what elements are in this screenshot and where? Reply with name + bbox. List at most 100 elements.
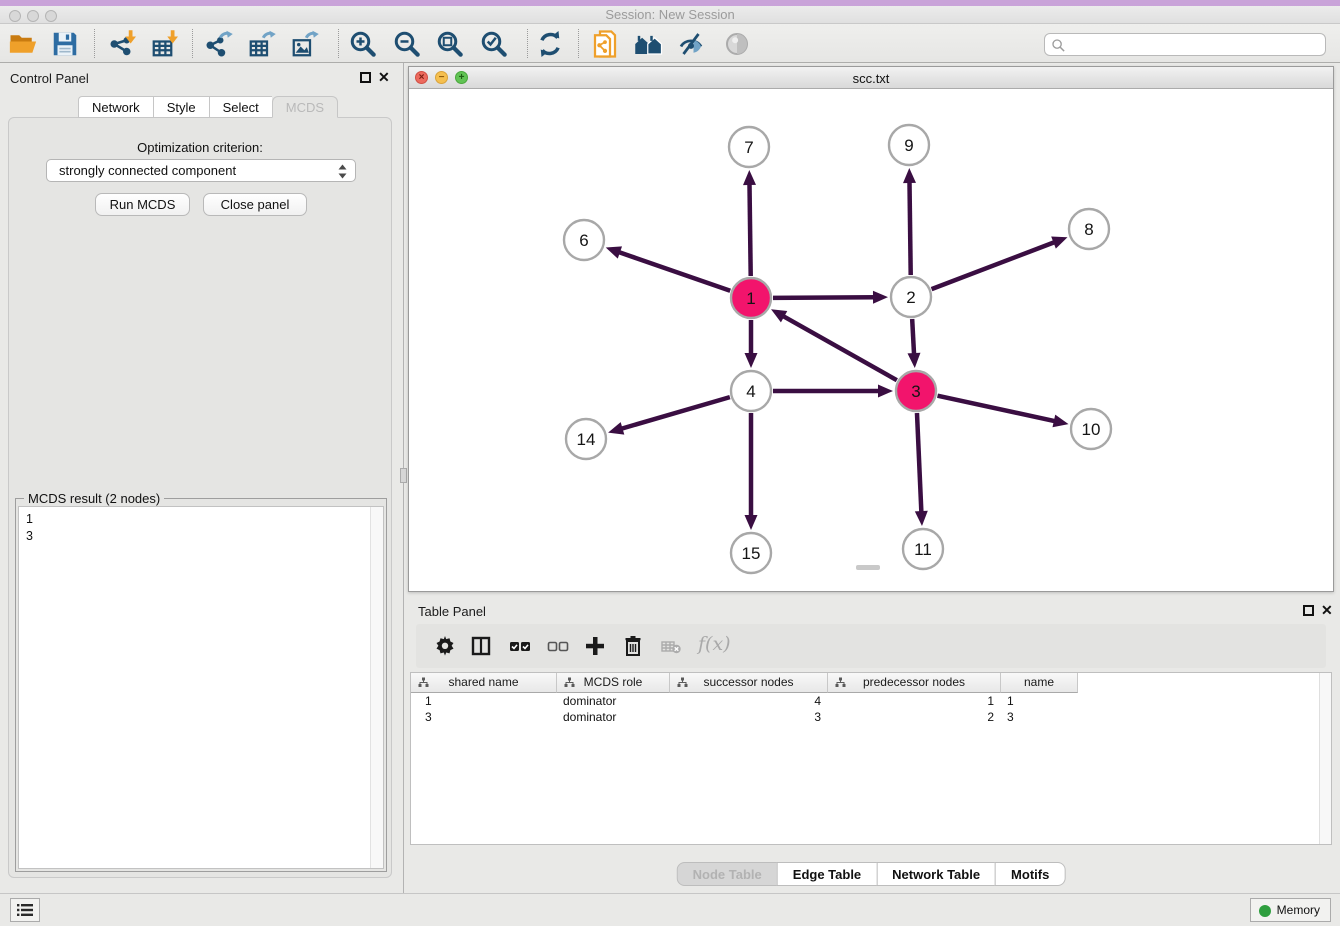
- table-cell[interactable]: dominator: [557, 693, 670, 709]
- task-history-button[interactable]: [10, 898, 40, 922]
- attribute-tree-icon: [564, 677, 575, 688]
- canvas-scrollbar[interactable]: [856, 565, 880, 570]
- column-header-shared-name[interactable]: shared name: [411, 673, 557, 693]
- table-panel: Table Panel ✕ f(x) shared nameMCDS roles…: [408, 596, 1334, 890]
- import-table-icon[interactable]: [150, 29, 180, 59]
- select-all-rows-icon[interactable]: [508, 634, 532, 658]
- graph-edge-3-11[interactable]: [915, 413, 928, 526]
- mcds-result-group: MCDS result (2 nodes) 13: [15, 498, 387, 872]
- mcds-result-textarea[interactable]: 13: [18, 506, 384, 869]
- graph-node-10[interactable]: 10: [1071, 409, 1111, 449]
- export-network-icon[interactable]: [204, 29, 234, 59]
- graph-node-9[interactable]: 9: [889, 125, 929, 165]
- table-cell[interactable]: 1: [411, 693, 557, 709]
- graph-edge-2-8[interactable]: [932, 236, 1068, 289]
- close-panel-icon[interactable]: ✕: [378, 70, 390, 84]
- graph-node-4[interactable]: 4: [731, 371, 771, 411]
- splitter-grip-icon[interactable]: [400, 468, 407, 483]
- column-header-successor-nodes[interactable]: successor nodes: [670, 673, 828, 693]
- panel-splitter[interactable]: [400, 63, 408, 893]
- column-header-name[interactable]: name: [1001, 673, 1078, 693]
- import-network-icon[interactable]: [108, 29, 138, 59]
- zoom-selected-icon[interactable]: [479, 29, 509, 59]
- graph-edge-1-4[interactable]: [745, 320, 758, 368]
- table-cell[interactable]: dominator: [557, 709, 670, 725]
- graph-edge-1-2[interactable]: [773, 291, 888, 304]
- table-cell[interactable]: 4: [670, 693, 828, 709]
- export-table-icon[interactable]: [247, 29, 277, 59]
- table-cell[interactable]: 3: [670, 709, 828, 725]
- column-header-MCDS-role[interactable]: MCDS role: [557, 673, 670, 693]
- graph-edge-4-15[interactable]: [745, 413, 758, 530]
- export-image-icon[interactable]: [290, 29, 320, 59]
- tab-network[interactable]: Network: [78, 96, 153, 118]
- save-session-icon[interactable]: [50, 29, 80, 59]
- memory-button[interactable]: Memory: [1250, 898, 1331, 922]
- graph-edge-1-6[interactable]: [606, 246, 730, 290]
- tab-edge-table[interactable]: Edge Table: [777, 862, 876, 886]
- table-cell[interactable]: 3: [1001, 709, 1078, 725]
- tab-network-table[interactable]: Network Table: [876, 862, 995, 886]
- hide-selected-icon[interactable]: [676, 29, 706, 59]
- function-builder-icon[interactable]: f(x): [698, 633, 731, 655]
- graph-node-1[interactable]: 1: [731, 278, 771, 318]
- close-panel-button[interactable]: Close panel: [203, 193, 307, 216]
- table-row[interactable]: 1dominator411: [411, 693, 1321, 709]
- graph-edge-2-9[interactable]: [903, 168, 916, 275]
- table-cell[interactable]: 3: [411, 709, 557, 725]
- apply-layout-icon[interactable]: [535, 29, 565, 59]
- graph-node-2[interactable]: 2: [891, 277, 931, 317]
- zoom-in-icon[interactable]: [348, 29, 378, 59]
- table-row[interactable]: 3dominator323: [411, 709, 1321, 725]
- show-columns-icon[interactable]: [469, 634, 493, 658]
- tab-select[interactable]: Select: [209, 96, 272, 118]
- show-hidden-icon[interactable]: [722, 29, 752, 59]
- table-settings-icon[interactable]: [433, 634, 457, 658]
- show-all-icon[interactable]: [634, 29, 664, 59]
- tab-style[interactable]: Style: [153, 96, 209, 118]
- graph-edge-3-10[interactable]: [937, 396, 1068, 428]
- graph-node-8[interactable]: 8: [1069, 209, 1109, 249]
- column-header-predecessor-nodes[interactable]: predecessor nodes: [828, 673, 1001, 693]
- attribute-tree-icon: [835, 677, 846, 688]
- table-cell[interactable]: 1: [1001, 693, 1078, 709]
- graph-node-11[interactable]: 11: [903, 529, 943, 569]
- network-window-titlebar[interactable]: × − + scc.txt: [409, 67, 1333, 89]
- svg-text:8: 8: [1084, 220, 1093, 239]
- zoom-out-icon[interactable]: [392, 29, 422, 59]
- new-network-icon[interactable]: [590, 29, 620, 59]
- graph-node-15[interactable]: 15: [731, 533, 771, 573]
- graph-edge-4-14[interactable]: [608, 397, 730, 434]
- run-mcds-button[interactable]: Run MCDS: [95, 193, 190, 216]
- tab-mcds[interactable]: MCDS: [272, 96, 338, 118]
- close-panel-icon[interactable]: ✕: [1321, 603, 1333, 617]
- float-panel-icon[interactable]: [360, 72, 371, 83]
- deselect-all-rows-icon[interactable]: [546, 634, 570, 658]
- graph-edge-1-7[interactable]: [743, 170, 756, 276]
- tab-node-table[interactable]: Node Table: [677, 862, 777, 886]
- dropdown-value: strongly connected component: [59, 163, 236, 178]
- table-scrollbar[interactable]: [1319, 673, 1331, 844]
- graph-node-7[interactable]: 7: [729, 127, 769, 167]
- open-session-icon[interactable]: [8, 29, 38, 59]
- result-scrollbar[interactable]: [370, 507, 383, 868]
- delete-column-icon[interactable]: [621, 634, 645, 658]
- table-cell[interactable]: 2: [828, 709, 1001, 725]
- search-input[interactable]: [1071, 35, 1319, 54]
- list-icon: [11, 899, 39, 921]
- graph-edge-3-1[interactable]: [771, 309, 897, 380]
- graph-edge-4-3[interactable]: [773, 385, 893, 398]
- column-label: name: [1024, 675, 1054, 689]
- network-canvas[interactable]: 1 2 3 4 6 7 8 9 10 11 14 15: [409, 89, 1333, 592]
- add-column-icon[interactable]: [583, 634, 607, 658]
- float-panel-icon[interactable]: [1303, 605, 1314, 616]
- graph-node-3[interactable]: 3: [896, 371, 936, 411]
- optimization-criterion-select[interactable]: strongly connected component: [46, 159, 356, 182]
- graph-node-14[interactable]: 14: [566, 419, 606, 459]
- tab-motifs[interactable]: Motifs: [995, 862, 1065, 886]
- graph-edge-2-3[interactable]: [907, 319, 920, 368]
- graph-node-6[interactable]: 6: [564, 220, 604, 260]
- table-cell[interactable]: 1: [828, 693, 1001, 709]
- delete-table-icon[interactable]: [659, 634, 683, 658]
- zoom-fit-icon[interactable]: [435, 29, 465, 59]
